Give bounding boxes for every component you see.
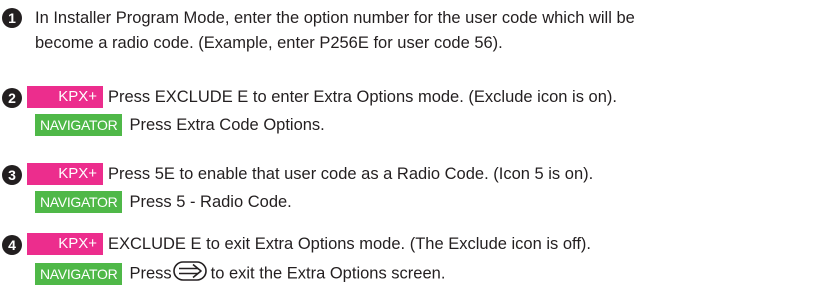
step-number-badge: 2: [2, 88, 22, 108]
kpx-instruction: EXCLUDE E to exit Extra Options mode. (T…: [108, 235, 591, 253]
step-3-nav-line: NAVIGATOR Press 5 - Radio Code.: [35, 191, 292, 213]
step-2-nav-line: NAVIGATOR Press Extra Code Options.: [35, 114, 325, 136]
step-1-line-2: become a radio code. (Example, enter P25…: [35, 34, 503, 52]
step-4-nav-line: NAVIGATOR Press to exit the Extra Options …: [35, 261, 445, 286]
kpx-badge: KPX+: [27, 163, 103, 185]
navigator-badge: NAVIGATOR: [35, 114, 123, 136]
navigator-instruction-start: Press: [129, 264, 172, 283]
step-4-kpx-line: KPX+ EXCLUDE E to exit Extra Options mode…: [27, 233, 591, 255]
navigator-badge: NAVIGATOR: [35, 191, 123, 213]
navigator-instruction-end: to exit the Extra Options screen.: [210, 264, 446, 283]
kpx-instruction: Press 5E to enable that user code as a R…: [108, 165, 594, 183]
step-1-line-1: In Installer Program Mode, enter the opt…: [35, 9, 635, 27]
kpx-badge: KPX+: [27, 233, 103, 255]
navigator-badge: NAVIGATOR: [35, 262, 123, 285]
step-number-badge: 3: [2, 165, 22, 185]
kpx-instruction: Press EXCLUDE E to enter Extra Options m…: [108, 88, 617, 106]
step-number-badge: 4: [2, 235, 22, 255]
step-3-kpx-line: KPX+ Press 5E to enable that user code as…: [27, 163, 593, 185]
right-arrow-key-icon: [172, 261, 207, 286]
step-2-kpx-line: KPX+ Press EXCLUDE E to enter Extra Optio…: [27, 86, 617, 108]
kpx-badge: KPX+: [27, 86, 103, 108]
navigator-instruction: Press 5 - Radio Code.: [129, 193, 292, 211]
navigator-instruction: Press Extra Code Options.: [129, 116, 325, 134]
step-number-badge: 1: [2, 8, 22, 28]
